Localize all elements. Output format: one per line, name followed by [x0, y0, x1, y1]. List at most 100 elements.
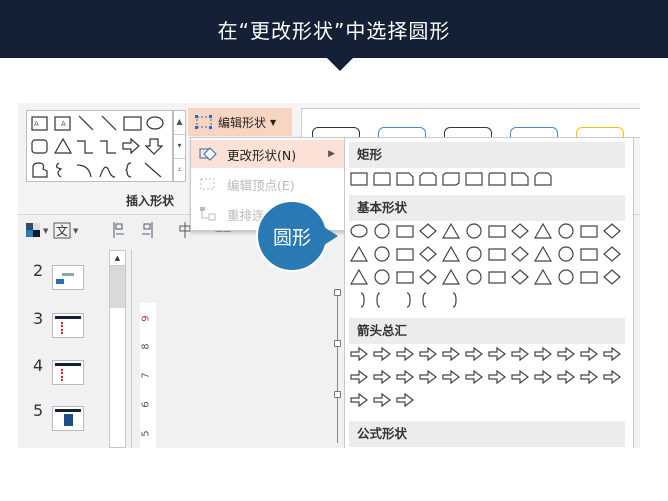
shape-icon[interactable] — [395, 268, 415, 286]
scrollbar-thumb[interactable] — [110, 266, 125, 308]
shape-icon[interactable] — [349, 391, 369, 409]
shape-icon[interactable] — [418, 170, 438, 188]
shape-icon[interactable] — [372, 222, 392, 240]
shape-icon[interactable] — [441, 345, 461, 363]
shape-icon[interactable] — [510, 345, 530, 363]
shape-icon[interactable] — [441, 268, 461, 286]
shape-icon[interactable] — [602, 245, 622, 263]
shape-icon[interactable] — [533, 222, 553, 240]
shape-icon[interactable] — [510, 170, 530, 188]
slide-thumbnail[interactable] — [52, 360, 84, 385]
shape-icon[interactable] — [602, 368, 622, 386]
shape-icon[interactable] — [441, 245, 461, 263]
shape-icon[interactable] — [395, 391, 415, 409]
shape-icon[interactable] — [441, 368, 461, 386]
shape-icon[interactable] — [349, 245, 369, 263]
shape-icon[interactable] — [487, 268, 507, 286]
shape-icon[interactable] — [395, 222, 415, 240]
shape-icon[interactable] — [418, 268, 438, 286]
shape-icon[interactable] — [602, 268, 622, 286]
slide-thumbnail[interactable] — [52, 265, 84, 290]
shape-icon[interactable] — [487, 245, 507, 263]
banner-pointer — [326, 57, 354, 71]
resize-handle[interactable] — [334, 289, 341, 296]
insert-shapes-gallery[interactable]: A A — [26, 110, 173, 182]
shape-icon[interactable] — [395, 245, 415, 263]
resize-handle[interactable] — [334, 340, 341, 347]
shape-icon[interactable] — [579, 222, 599, 240]
shape-icon[interactable] — [487, 170, 507, 188]
ruler-label: 7 — [140, 372, 152, 379]
shape-icon[interactable] — [395, 291, 415, 309]
shape-icon[interactable] — [579, 245, 599, 263]
gallery-scroll-up[interactable]: ▲ — [174, 111, 185, 135]
slide-thumbnail[interactable] — [52, 406, 84, 431]
shape-icon[interactable] — [349, 170, 369, 188]
shape-icon[interactable] — [464, 368, 484, 386]
gallery-scroll[interactable]: ▲ ▾ ⩡ — [173, 110, 186, 182]
shape-icon[interactable] — [395, 368, 415, 386]
shape-icon[interactable] — [418, 368, 438, 386]
shape-icon[interactable] — [418, 222, 438, 240]
slide-thumbnail[interactable] — [52, 313, 84, 338]
shape-icon[interactable] — [533, 368, 553, 386]
shape-icon[interactable] — [556, 345, 576, 363]
shape-icon[interactable] — [579, 345, 599, 363]
shape-icon[interactable] — [579, 368, 599, 386]
shape-icon[interactable] — [395, 345, 415, 363]
shape-icon[interactable] — [602, 345, 622, 363]
menu-item-change-shape[interactable]: 更改形状(N) ▶ — [191, 140, 345, 168]
shape-icon[interactable] — [372, 245, 392, 263]
shape-icon[interactable] — [464, 345, 484, 363]
edit-shape-button[interactable]: 编辑形状 ▼ — [188, 108, 292, 136]
shape-icon[interactable] — [349, 345, 369, 363]
shape-icon[interactable] — [441, 291, 461, 309]
shape-icon[interactable] — [372, 345, 392, 363]
shape-icon[interactable] — [556, 368, 576, 386]
thumbnail-scrollbar[interactable]: ▲ — [109, 250, 126, 448]
shape-icon[interactable] — [464, 222, 484, 240]
shape-icon[interactable] — [372, 368, 392, 386]
shape-icon[interactable] — [533, 345, 553, 363]
gallery-more-button[interactable]: ⩡ — [174, 159, 185, 183]
shape-icon[interactable] — [487, 345, 507, 363]
shape-icon[interactable] — [372, 291, 392, 309]
shape-icon[interactable] — [395, 170, 415, 188]
shape-icon[interactable] — [464, 170, 484, 188]
shape-icon[interactable] — [556, 245, 576, 263]
shape-icon[interactable] — [349, 291, 369, 309]
shape-icon[interactable] — [602, 222, 622, 240]
shape-icon[interactable] — [556, 268, 576, 286]
shape-icon[interactable] — [418, 245, 438, 263]
shape-icon[interactable] — [533, 245, 553, 263]
shape-icon[interactable] — [533, 170, 553, 188]
shape-icon[interactable] — [372, 170, 392, 188]
shape-icon[interactable] — [441, 170, 461, 188]
shape-icon[interactable] — [579, 268, 599, 286]
shape-icon[interactable] — [556, 222, 576, 240]
shape-icon[interactable] — [510, 268, 530, 286]
resize-handle[interactable] — [334, 391, 341, 398]
triangle-icon — [53, 137, 73, 154]
shape-icon[interactable] — [464, 268, 484, 286]
shape-icon[interactable] — [349, 368, 369, 386]
shape-icon[interactable] — [441, 222, 461, 240]
shape-icon[interactable] — [372, 391, 392, 409]
shape-icon[interactable] — [464, 245, 484, 263]
shape-icon[interactable] — [487, 368, 507, 386]
shape-icon[interactable] — [418, 345, 438, 363]
shape-icon[interactable] — [533, 268, 553, 286]
shape-icon[interactable] — [349, 268, 369, 286]
oval-shape-icon[interactable] — [349, 222, 369, 240]
menu-item-edit-points[interactable]: 编辑顶点(E) — [191, 170, 345, 198]
shape-styles-gallery[interactable] — [301, 108, 640, 147]
scroll-up-arrow-icon[interactable]: ▲ — [110, 251, 125, 266]
shape-icon[interactable] — [510, 222, 530, 240]
shape-icon[interactable] — [510, 245, 530, 263]
text-box-icon: A — [31, 116, 48, 131]
shape-icon[interactable] — [418, 291, 438, 309]
shape-icon[interactable] — [510, 368, 530, 386]
gallery-scroll-down[interactable]: ▾ — [174, 135, 185, 159]
shape-icon[interactable] — [372, 268, 392, 286]
shape-icon[interactable] — [487, 222, 507, 240]
